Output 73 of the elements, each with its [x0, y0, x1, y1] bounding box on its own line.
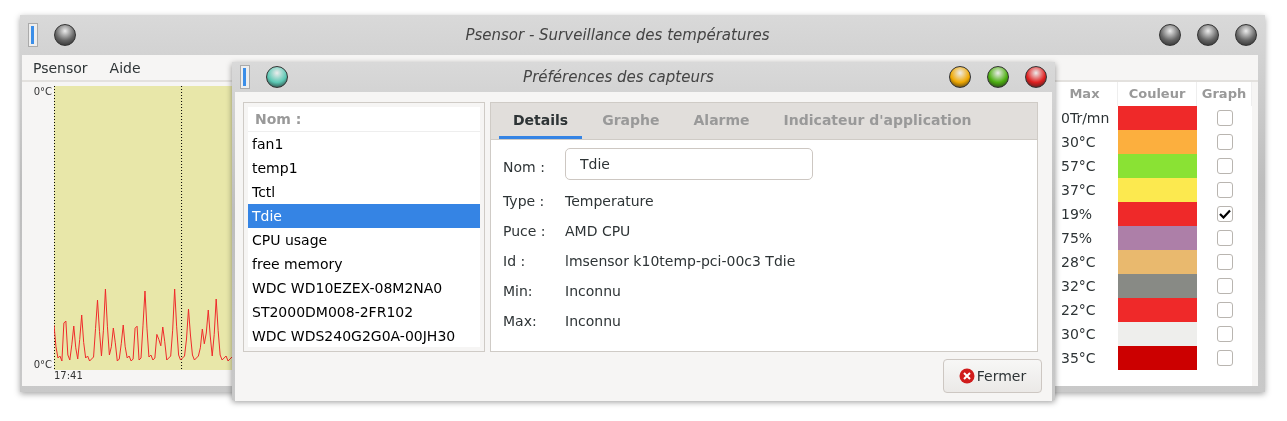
color-swatch[interactable]: [1118, 250, 1197, 274]
table-cell-text: 22°C: [1060, 302, 1097, 318]
table-cell-text: 30°C: [1060, 326, 1097, 342]
axis-label: 0°C: [33, 86, 52, 97]
close-button[interactable]: [1025, 66, 1047, 88]
thermometer-icon: [240, 65, 250, 89]
table-cell-text: 37°C: [1060, 182, 1097, 198]
list-item[interactable]: temp1: [248, 156, 480, 180]
color-swatch[interactable]: [1118, 178, 1197, 202]
list-item[interactable]: CPU usage: [248, 228, 480, 252]
checkbox[interactable]: [1216, 326, 1233, 342]
list-item[interactable]: Tctl: [248, 180, 480, 204]
list-item[interactable]: free memory: [248, 252, 480, 276]
field-value: Inconnu: [565, 283, 621, 299]
color-swatch[interactable]: [1118, 322, 1197, 346]
close-button[interactable]: [1235, 24, 1257, 46]
table-cell-text: 57°C: [1060, 158, 1097, 174]
field-value: Temperature: [565, 193, 654, 209]
checkbox[interactable]: [1216, 206, 1233, 222]
table-cell-text: 75%: [1060, 230, 1094, 246]
menu-item[interactable]: Psensor: [33, 59, 88, 76]
window-title: Psensor - Surveillance des températures: [464, 26, 771, 44]
checkbox[interactable]: [1216, 278, 1233, 294]
color-swatch[interactable]: [1118, 346, 1197, 370]
table-cell-text: 32°C: [1060, 278, 1097, 294]
minimize-button[interactable]: [949, 66, 971, 88]
list-item[interactable]: WDC WDS240G2G0A-00JH30: [248, 324, 480, 348]
color-swatch[interactable]: [1118, 202, 1197, 226]
close-icon: [958, 368, 975, 384]
checkbox[interactable]: [1216, 182, 1233, 198]
field-label: Nom :: [503, 159, 546, 175]
color-swatch[interactable]: [1118, 298, 1197, 322]
table-cell-text: 19%: [1060, 206, 1094, 222]
table-cell-text: 35°C: [1060, 350, 1097, 366]
checkbox[interactable]: [1216, 158, 1233, 174]
window-menu-button[interactable]: [54, 24, 76, 46]
field-value: lmsensor k10temp-pci-00c3 Tdie: [565, 253, 796, 269]
close-button[interactable]: Fermer: [943, 359, 1042, 393]
field-label: Min:: [503, 283, 534, 299]
checkbox[interactable]: [1216, 110, 1233, 126]
menu-item[interactable]: Aide: [109, 59, 141, 76]
maximize-button[interactable]: [987, 66, 1009, 88]
color-swatch[interactable]: [1118, 274, 1197, 298]
thermometer-icon: [28, 23, 38, 47]
checkbox[interactable]: [1216, 230, 1233, 246]
maximize-button[interactable]: [1197, 24, 1219, 46]
checkbox[interactable]: [1216, 350, 1233, 366]
table-cell-text: 28°C: [1060, 254, 1097, 270]
color-swatch[interactable]: [1118, 226, 1197, 250]
field-label: Max:: [503, 313, 538, 329]
list-item[interactable]: fan1: [248, 132, 480, 156]
table-cell-text: 30°C: [1060, 134, 1097, 150]
checkbox[interactable]: [1216, 302, 1233, 318]
window-menu-button[interactable]: [266, 66, 288, 88]
checkbox[interactable]: [1216, 134, 1233, 150]
axis-label: 0°C: [33, 359, 52, 370]
list-item[interactable]: WDC WD10EZEX-08M2NA0: [248, 276, 480, 300]
color-swatch[interactable]: [1118, 130, 1197, 154]
field-label: Puce :: [503, 223, 547, 239]
name-field[interactable]: Tdie: [565, 148, 813, 180]
field-value: AMD CPU: [565, 223, 631, 239]
axis-label: 17:41: [54, 370, 84, 383]
list-item[interactable]: Tdie: [248, 204, 480, 228]
checkbox[interactable]: [1216, 254, 1233, 270]
table-cell-text: 0Tr/mn: [1060, 110, 1111, 126]
color-swatch[interactable]: [1118, 106, 1197, 130]
list-item[interactable]: ST2000DM008-2FR102: [248, 300, 480, 324]
minimize-button[interactable]: [1159, 24, 1181, 46]
dialog-title: Préférences des capteurs: [522, 68, 715, 86]
color-swatch[interactable]: [1118, 154, 1197, 178]
field-label: Id :: [503, 253, 527, 269]
field-value: Inconnu: [565, 313, 621, 329]
field-label: Type :: [503, 193, 546, 209]
